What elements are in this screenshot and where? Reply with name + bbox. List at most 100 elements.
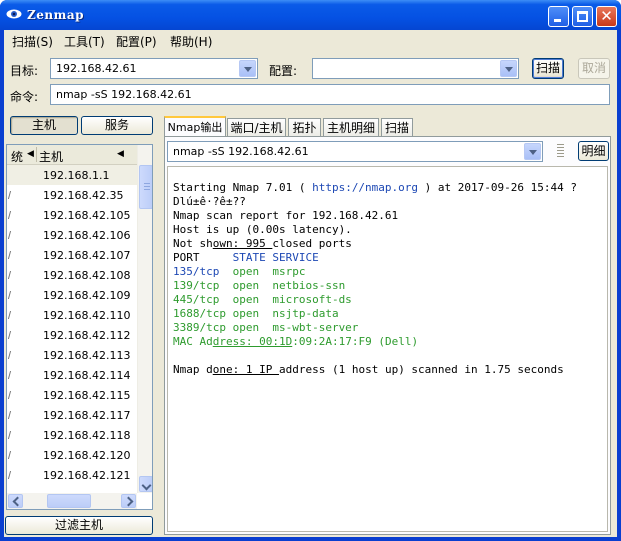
host-ip: 192.168.42.106 xyxy=(43,229,131,242)
os-icon xyxy=(7,411,12,419)
host-list-row[interactable]: 192.168.42.106 xyxy=(7,225,137,245)
menu-profile[interactable]: 配置(P) xyxy=(116,33,157,50)
tab-topology[interactable]: 拓扑 xyxy=(288,118,321,137)
host-list-row[interactable]: 192.168.42.112 xyxy=(7,325,137,345)
cancel-button[interactable]: 取消 xyxy=(578,58,610,79)
filter-hosts-button[interactable]: 过滤主机 xyxy=(5,516,153,535)
sort-left-icon: ◀ xyxy=(27,149,34,159)
os-column-header[interactable]: 统 xyxy=(11,148,23,165)
os-icon xyxy=(7,431,12,439)
host-ip: 192.168.1.1 xyxy=(43,169,110,182)
minimize-icon xyxy=(554,19,561,22)
command-label: 命令: xyxy=(10,90,39,104)
output-text: :09:2A:17:F9 (Dell) xyxy=(292,335,419,348)
host-list-row[interactable]: 192.168.42.108 xyxy=(7,265,137,285)
maximize-button[interactable] xyxy=(572,6,593,27)
host-list-row[interactable]: 192.168.42.118 xyxy=(7,425,137,445)
output-line: Nmap scan report for 192.168.42.61 xyxy=(173,209,399,222)
command-input[interactable]: nmap -sS 192.168.42.61 xyxy=(50,84,610,105)
services-toggle-button[interactable]: 服务 xyxy=(81,116,153,135)
app-window: Zenmap ✕ 扫描(S) 工具(T) 配置(P) 帮助(H) 目标: 192… xyxy=(0,0,621,541)
menu-help[interactable]: 帮助(H) xyxy=(170,33,212,50)
host-list-row[interactable]: 192.168.42.115 xyxy=(7,385,137,405)
nmap-url-link[interactable]: https://nmap.org xyxy=(312,181,418,194)
menu-tools[interactable]: 工具(T) xyxy=(64,33,105,50)
host-list-row[interactable]: 192.168.42.107 xyxy=(7,245,137,265)
host-list-row[interactable]: 192.168.42.110 xyxy=(7,305,137,325)
host-ip: 192.168.42.105 xyxy=(43,209,131,222)
scan-button[interactable]: 扫描 xyxy=(532,58,564,79)
host-list-row[interactable]: 192.168.42.120 xyxy=(7,445,137,465)
host-ip: 192.168.42.114 xyxy=(43,369,131,382)
close-icon: ✕ xyxy=(600,7,613,25)
nmap-output-text[interactable]: Starting Nmap 7.01 ( https://nmap.org ) … xyxy=(167,166,608,532)
chevron-down-icon[interactable] xyxy=(524,143,541,160)
command-value: nmap -sS 192.168.42.61 xyxy=(56,88,192,101)
host-list-row[interactable]: 192.168.42.114 xyxy=(7,365,137,385)
os-icon xyxy=(7,311,12,319)
maximize-icon xyxy=(577,11,588,22)
profile-label: 配置: xyxy=(269,64,298,78)
output-port-line: 3389/tcp open ms-wbt-server xyxy=(173,321,359,334)
host-column-header[interactable]: 主机 xyxy=(39,148,63,165)
os-icon xyxy=(7,351,12,359)
host-list-row[interactable]: 192.168.1.1 xyxy=(7,165,137,185)
output-text: MAC Ad xyxy=(173,335,213,348)
host-list-row[interactable]: 192.168.42.117 xyxy=(7,405,137,425)
nmap-output-panel: nmap -sS 192.168.42.61 明细 Starting Nmap … xyxy=(164,136,611,535)
scrollbar-thumb[interactable] xyxy=(47,494,91,508)
output-text: PORT xyxy=(173,251,233,264)
scroll-down-icon[interactable] xyxy=(139,476,152,492)
output-text: Nmap d xyxy=(173,363,213,376)
target-value: 192.168.42.61 xyxy=(56,62,137,75)
host-list-row[interactable]: 192.168.42.113 xyxy=(7,345,137,365)
host-ip: 192.168.42.112 xyxy=(43,329,131,342)
menu-scan[interactable]: 扫描(S) xyxy=(12,33,53,50)
host-list-row[interactable]: 192.168.42.121 xyxy=(7,465,137,485)
chevron-down-icon[interactable] xyxy=(239,60,256,77)
zenmap-eye-icon xyxy=(6,9,22,19)
os-icon xyxy=(7,271,12,279)
close-button[interactable]: ✕ xyxy=(596,6,617,27)
host-list-row[interactable]: 192.168.42.35 xyxy=(7,185,137,205)
host-ip: 192.168.42.113 xyxy=(43,349,131,362)
scrollbar-thumb[interactable] xyxy=(139,165,152,209)
scan-history-combo[interactable]: nmap -sS 192.168.42.61 xyxy=(167,141,543,162)
tab-ports-hosts[interactable]: 端口/主机 xyxy=(227,118,286,137)
tab-nmap-output[interactable]: Nmap输出 xyxy=(164,116,226,138)
window-title: Zenmap xyxy=(27,8,84,22)
host-list-vertical-scrollbar[interactable] xyxy=(137,145,152,493)
column-separator[interactable] xyxy=(36,147,37,162)
os-icon xyxy=(7,231,12,239)
host-ip: 192.168.42.107 xyxy=(43,249,131,262)
hosts-toggle-button[interactable]: 主机 xyxy=(10,116,78,135)
scroll-right-icon[interactable] xyxy=(121,494,136,508)
output-text: own: 995 xyxy=(212,237,273,250)
tab-scans[interactable]: 扫描 xyxy=(381,118,413,137)
details-button[interactable]: 明细 xyxy=(578,141,609,161)
output-line: Not shown: 995 closed ports xyxy=(173,237,352,251)
tab-host-details[interactable]: 主机明细 xyxy=(323,118,379,137)
output-port-line: 1688/tcp open nsjtp-data xyxy=(173,307,339,320)
scroll-left-icon[interactable] xyxy=(8,494,23,508)
os-icon xyxy=(7,191,12,199)
os-icon xyxy=(7,371,12,379)
host-list-horizontal-scrollbar[interactable] xyxy=(7,493,137,509)
profile-combo[interactable] xyxy=(312,58,519,79)
menu-bar: 扫描(S) 工具(T) 配置(P) 帮助(H) xyxy=(4,30,617,50)
host-list: 统 ◀ 主机 ◀ 192.168.1.1 192.168.42.35 192.168… xyxy=(6,144,153,510)
client-area: 扫描(S) 工具(T) 配置(P) 帮助(H) 目标: 192.168.42.6… xyxy=(4,30,617,537)
target-combo[interactable]: 192.168.42.61 xyxy=(50,58,258,79)
host-list-header: 统 ◀ 主机 ◀ xyxy=(7,145,137,165)
minimize-button[interactable] xyxy=(548,6,569,27)
host-ip: 192.168.42.110 xyxy=(43,309,131,322)
host-list-row[interactable]: 192.168.42.109 xyxy=(7,285,137,305)
output-line: Nmap done: 1 IP address (1 host up) scan… xyxy=(173,363,564,377)
target-label: 目标: xyxy=(10,64,39,78)
host-list-row[interactable]: 192.168.42.105 xyxy=(7,205,137,225)
output-port-line: 135/tcp open msrpc xyxy=(173,265,305,279)
output-text: Starting Nmap 7.01 ( xyxy=(173,181,313,194)
title-bar[interactable]: Zenmap ✕ xyxy=(0,0,621,30)
output-line: Dlú±ê·?ê±?? xyxy=(173,195,246,208)
chevron-down-icon[interactable] xyxy=(500,60,517,77)
